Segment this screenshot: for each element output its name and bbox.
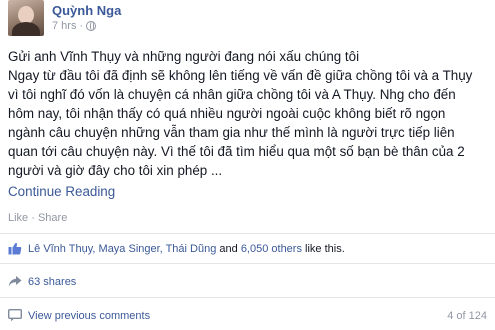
divider: [0, 233, 495, 234]
author-name[interactable]: Quỳnh Nga: [52, 3, 121, 18]
continue-reading-link[interactable]: Continue Reading: [8, 184, 115, 199]
divider: [0, 297, 495, 298]
likes-row: Lê Vĩnh Thụy, Maya Singer, Thái Dũng and…: [8, 242, 345, 255]
post-line: ngành câu chuyện những vẫn tham gia như …: [8, 125, 455, 140]
divider: [0, 263, 495, 264]
post-line: vì tôi nghĩ đó vốn là chuyện cá nhân giữ…: [8, 87, 456, 102]
post-line: Gửi anh Vĩnh Thụy và những người đang nó…: [8, 49, 360, 64]
like-button[interactable]: Like: [8, 212, 28, 224]
thumbs-up-icon: [8, 242, 22, 255]
likes-others-link[interactable]: 6,050 others: [241, 243, 302, 255]
post-meta: 7 hrs ·: [52, 20, 97, 32]
likes-suffix: like this.: [301, 242, 345, 255]
post-line: quan tới câu chuyện này. Vì thế tôi đã t…: [8, 144, 465, 159]
action-separator: ·: [28, 212, 38, 224]
likes-connector: and: [216, 242, 241, 255]
globe-icon[interactable]: [86, 21, 97, 31]
post-line: Ngay từ đầu tôi đã định sẽ không lên tiế…: [8, 68, 473, 83]
likers-names[interactable]: Lê Vĩnh Thụy, Maya Singer, Thái Dũng: [28, 243, 216, 255]
post-line: người và giờ đây cho tôi xin phép ...: [8, 163, 223, 178]
post-time[interactable]: 7 hrs: [52, 20, 76, 32]
comments-row: View previous comments: [7, 308, 150, 322]
shares-row: 63 shares: [8, 275, 76, 288]
author-avatar[interactable]: [8, 0, 44, 36]
share-arrow-icon: [8, 275, 22, 288]
post-line: hôm nay, tôi nhận thấy có quá nhiều ngườ…: [8, 106, 446, 121]
comments-pager: 4 of 124: [447, 310, 487, 322]
post-text: Gửi anh Vĩnh Thụy và những người đang nó…: [8, 47, 495, 180]
share-button[interactable]: Share: [38, 212, 67, 224]
post-header: Quỳnh Nga 7 hrs ·: [0, 0, 495, 40]
post-actions: Like · Share: [8, 212, 67, 224]
view-previous-comments-link[interactable]: View previous comments: [28, 310, 150, 322]
comment-bubble-icon: [7, 308, 23, 322]
meta-separator: ·: [79, 20, 84, 32]
shares-link[interactable]: 63 shares: [28, 276, 76, 288]
